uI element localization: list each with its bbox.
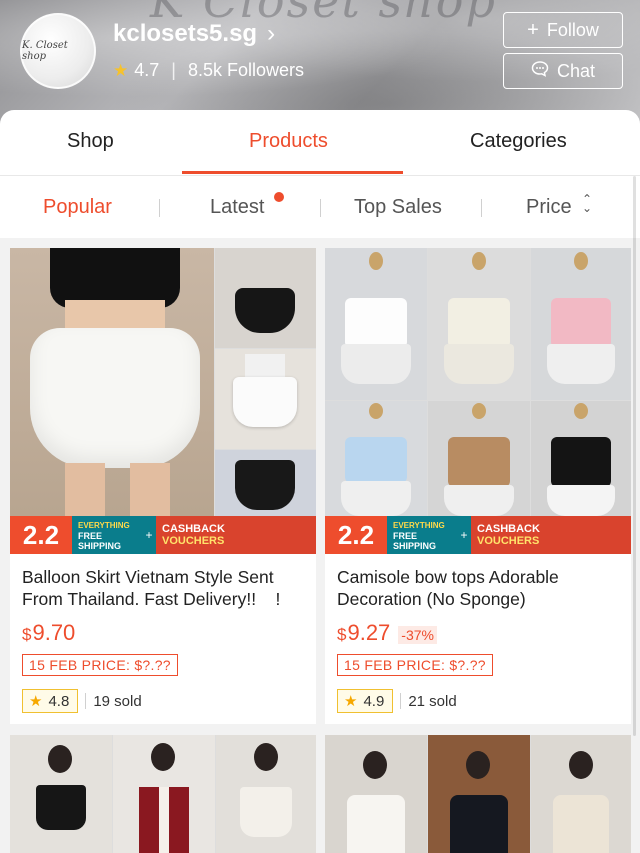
product-price: $ 9.27 -37% [337, 620, 437, 646]
follow-label: Follow [546, 19, 599, 40]
shop-avatar[interactable]: K. Closet shop [20, 13, 96, 89]
promo-free-shipping: EVERYTHING FREE SHIPPING [387, 516, 457, 554]
follow-button[interactable]: + Follow [503, 12, 623, 48]
rating-divider [85, 693, 87, 709]
sort-divider [159, 199, 160, 217]
product-title: Balloon Skirt Vietnam Style Sent From Th… [22, 567, 281, 609]
sort-bar: Popular Latest Top Sales Price [0, 176, 640, 238]
promo-banner: 2.2 EVERYTHING FREE SHIPPING + CASHBACK VOU… [10, 516, 316, 554]
star-icon: ★ [344, 693, 358, 710]
rating-divider [400, 693, 402, 709]
sort-price[interactable]: Price [526, 196, 572, 219]
shop-name: kclosets5.sg [113, 20, 258, 47]
chat-label: Chat [556, 60, 596, 81]
shop-followers: 8.5k Followers [187, 60, 305, 80]
shop-meta: ★ 4.7 | 8.5k Followers [113, 60, 304, 81]
plus-icon: + [457, 516, 471, 554]
product-title: Camisole bow tops Adorable Decoration (N… [337, 567, 559, 609]
feb-price-tag: 15 FEB PRICE: $?.?? [22, 654, 178, 676]
product-card[interactable]: 2.2 EVERYTHING FREE SHIPPING + CASHBACK VOU… [10, 248, 316, 724]
product-image [325, 735, 631, 853]
shop-rating: 4.7 [134, 60, 160, 80]
star-icon: ★ [113, 60, 129, 80]
feb-price-tag: 15 FEB PRICE: $?.?? [337, 654, 493, 676]
product-card[interactable] [10, 735, 316, 853]
scrollbar[interactable] [633, 176, 636, 736]
sort-divider [320, 199, 321, 217]
active-tab-indicator [182, 171, 403, 174]
promo-badge: 2.2 [325, 516, 387, 554]
tab-shop[interactable]: Shop [67, 130, 114, 153]
promo-cashback: CASHBACK VOUCHERS [471, 516, 631, 554]
product-price: $ 9.70 [22, 620, 76, 645]
avatar-logo-text: K. Closet shop [22, 40, 68, 62]
sort-popular[interactable]: Popular [43, 196, 112, 219]
product-image [10, 735, 316, 853]
rating-badge: ★ 4.9 [337, 689, 394, 713]
product-image [10, 248, 316, 554]
tab-categories[interactable]: Categories [470, 130, 567, 153]
sold-count: 19 sold [93, 692, 142, 710]
meta-divider: | [171, 60, 176, 80]
shop-tabs: Shop Products Categories [0, 110, 640, 176]
new-indicator-dot [274, 192, 284, 202]
product-card[interactable] [325, 735, 631, 853]
plus-icon: + [142, 516, 156, 554]
chat-button[interactable]: Chat [503, 53, 623, 89]
product-rating-row: ★ 4.8 19 sold [22, 689, 142, 713]
shop-name-link[interactable]: kclosets5.sg › [113, 20, 275, 48]
plus-icon: + [527, 19, 539, 41]
sort-top-sales[interactable]: Top Sales [354, 196, 442, 219]
sold-count: 21 sold [408, 692, 457, 710]
discount-badge: -37% [398, 626, 437, 644]
promo-cashback: CASHBACK VOUCHERS [156, 516, 316, 554]
product-card[interactable]: 2.2 EVERYTHING FREE SHIPPING + CASHBACK VOU… [325, 248, 631, 724]
tab-products[interactable]: Products [249, 130, 328, 153]
promo-banner: 2.2 EVERYTHING FREE SHIPPING + CASHBACK VOU… [325, 516, 631, 554]
sort-arrows-icon[interactable]: ⌃ ⌄ [582, 193, 592, 214]
chevron-right-icon: › [267, 20, 276, 47]
sort-latest[interactable]: Latest [210, 196, 264, 219]
sort-divider [481, 199, 482, 217]
star-icon: ★ [29, 693, 43, 710]
chat-bubble-icon [531, 60, 549, 82]
promo-free-shipping: EVERYTHING FREE SHIPPING [72, 516, 142, 554]
product-rating-row: ★ 4.9 21 sold [337, 689, 457, 713]
promo-badge: 2.2 [10, 516, 72, 554]
product-image [325, 248, 631, 554]
rating-badge: ★ 4.8 [22, 689, 79, 713]
